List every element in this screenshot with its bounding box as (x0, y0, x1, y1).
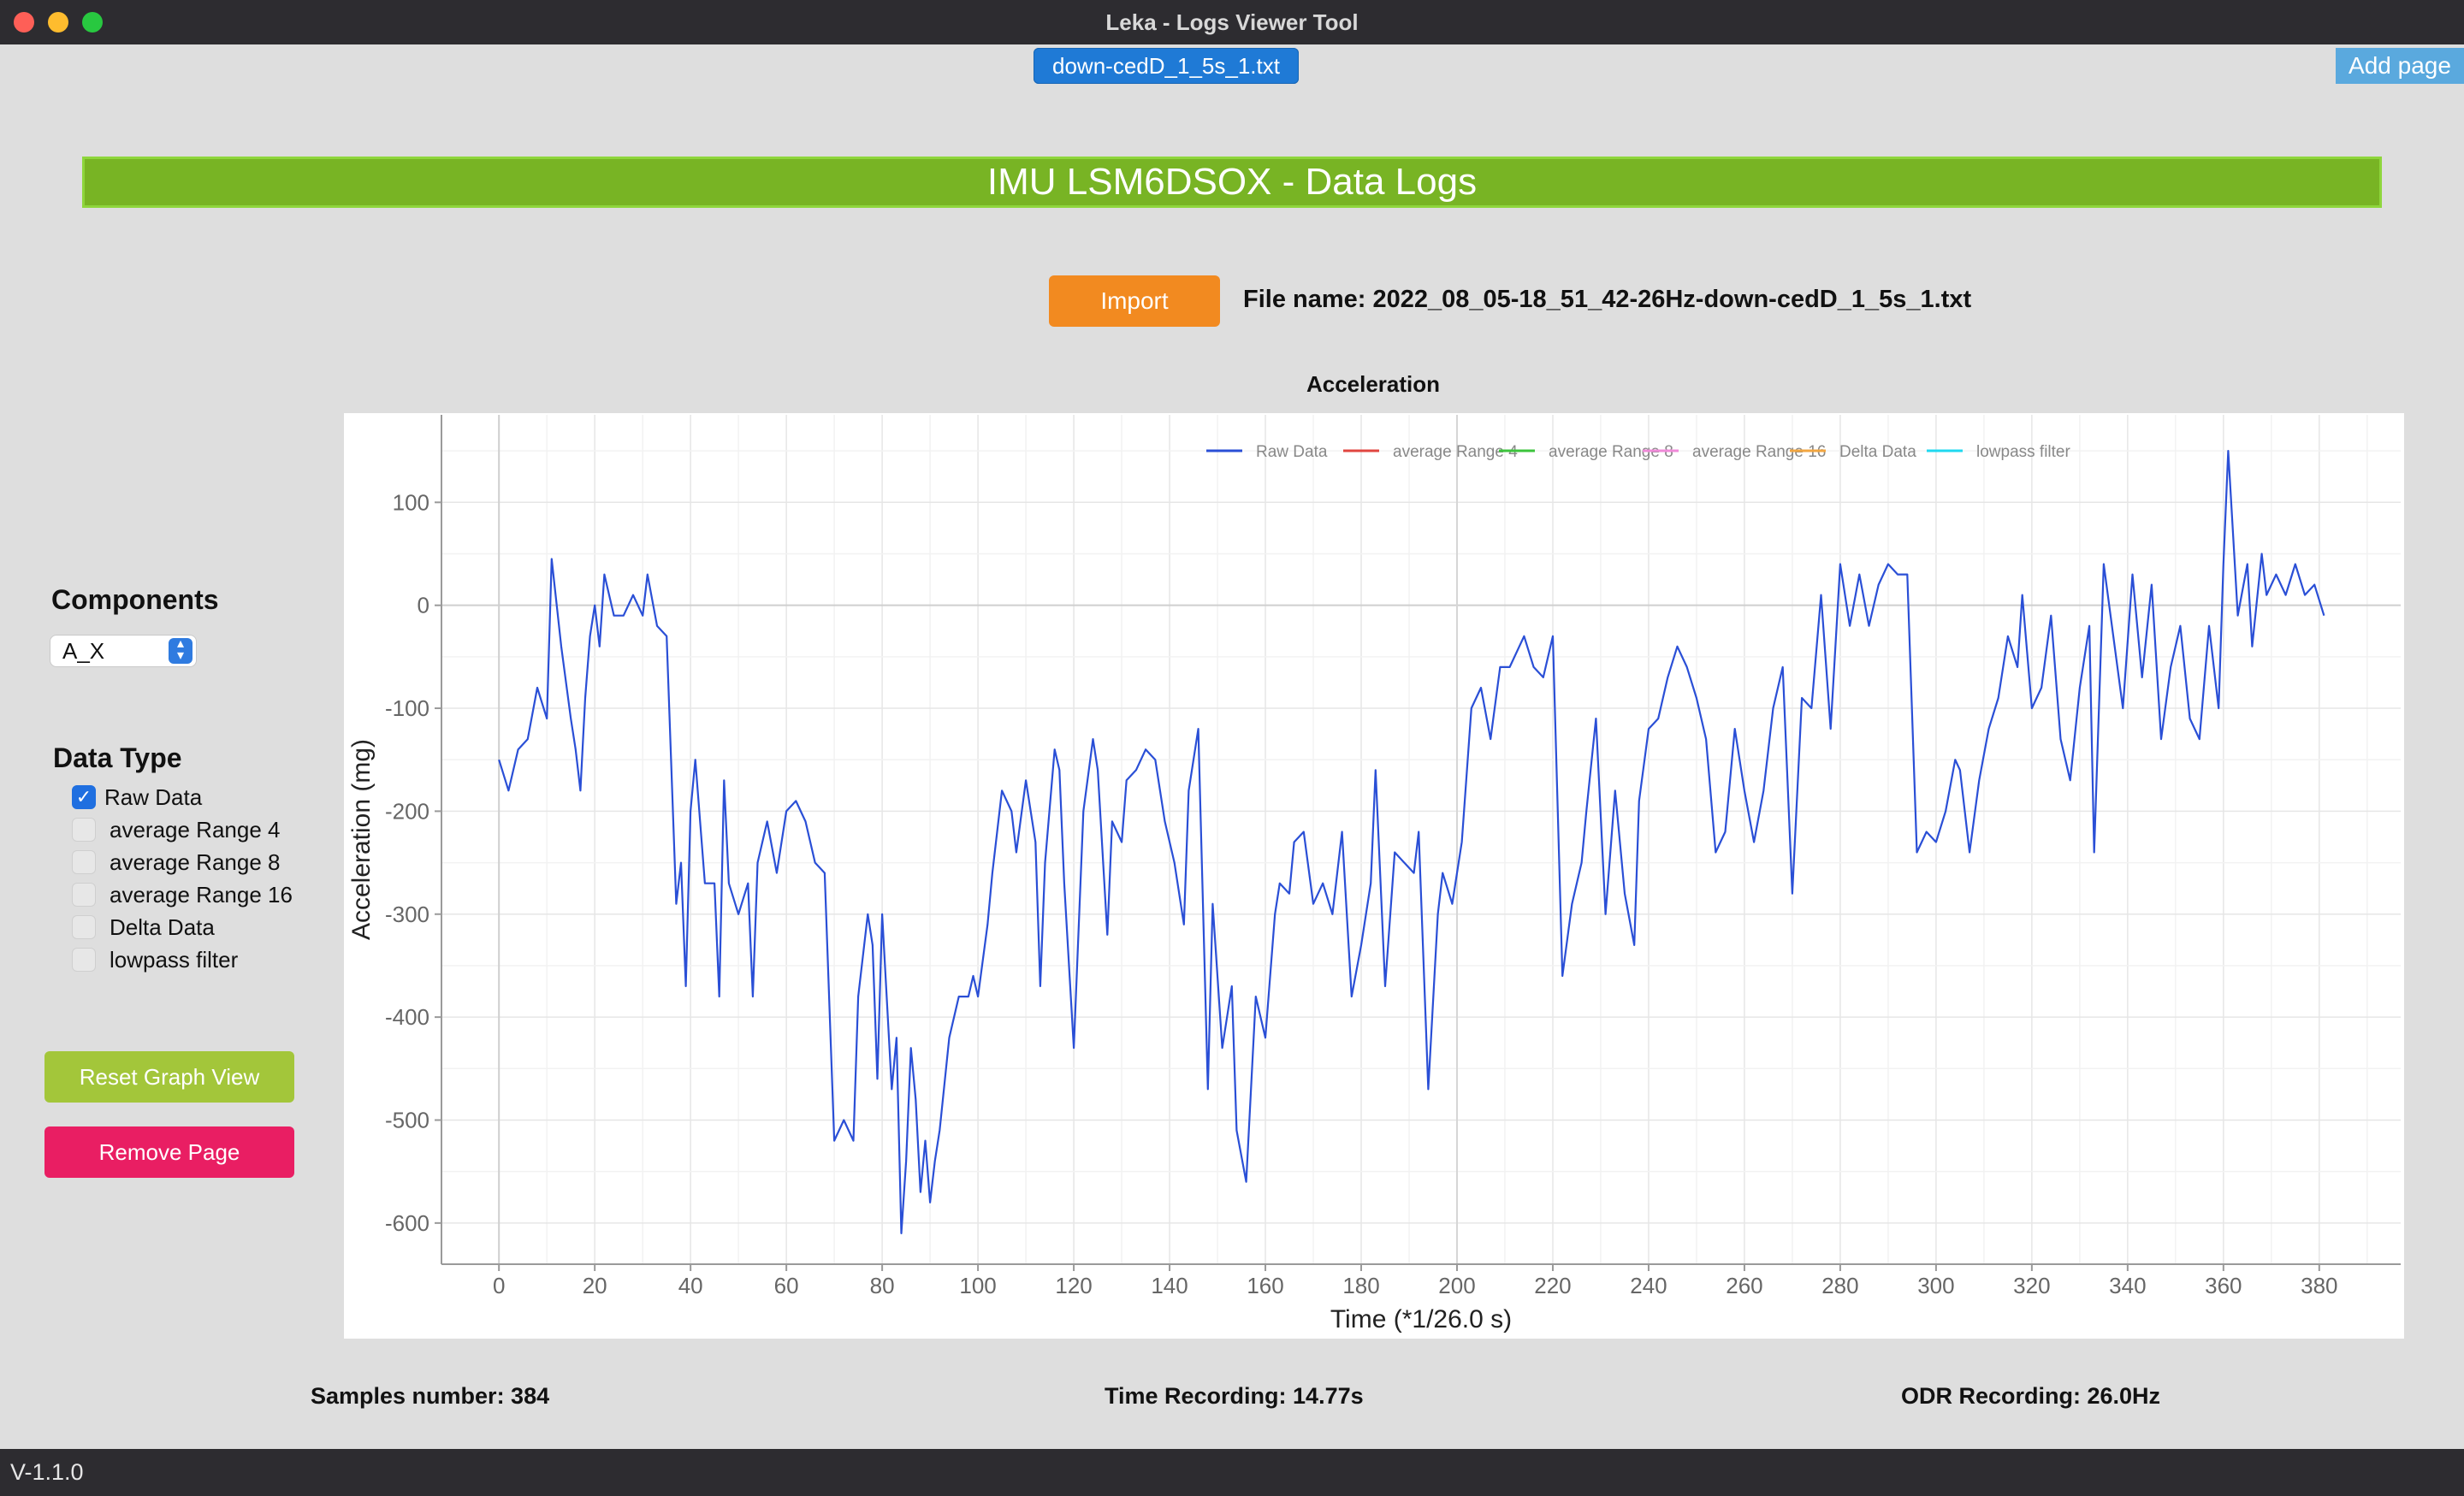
maximize-window-icon[interactable] (82, 12, 103, 33)
legend-label: Delta Data (1839, 443, 1916, 461)
checkbox-icon[interactable] (72, 883, 96, 907)
time-recording: Time Recording: 14.77s (1105, 1383, 1364, 1409)
checkbox-lowpass-filter[interactable]: lowpass filter (72, 946, 238, 973)
checkbox-icon[interactable] (72, 818, 96, 842)
x-axis-label: Time (*1/26.0 s) (1330, 1305, 1512, 1333)
x-tick-label: 120 (1055, 1273, 1092, 1298)
x-tick-label: 0 (493, 1273, 505, 1298)
checkbox-raw-data[interactable]: ✓ Raw Data (72, 783, 202, 811)
acceleration-chart[interactable]: 0 20 40 60 80 100 120 140 160 180 200 220 240 260 280 3… (344, 413, 2404, 1339)
x-tick-label: 340 (2109, 1273, 2146, 1298)
checkbox-label: Delta Data (110, 914, 215, 940)
checkbox-label: average Range 16 (110, 881, 293, 908)
component-select-value: A_X (62, 638, 105, 664)
data-type-title: Data Type (53, 742, 182, 773)
window-title: Leka - Logs Viewer Tool (1105, 9, 1359, 35)
legend-label: lowpass filter (1976, 443, 2070, 461)
file-name-label: File name: 2022_08_05-18_51_42-26Hz-down… (1243, 286, 1972, 313)
series-line-raw-data (498, 450, 2325, 1234)
x-tick-label: 360 (2205, 1273, 2242, 1298)
x-tick-label: 200 (1438, 1273, 1475, 1298)
version-label: V-1.1.0 (10, 1459, 84, 1485)
checkbox-average-range-4[interactable]: average Range 4 (72, 816, 280, 843)
samples-number: Samples number: 384 (311, 1383, 550, 1409)
chart-panel[interactable]: 0 20 40 60 80 100 120 140 160 180 200 220 240 260 280 3… (344, 413, 2404, 1339)
y-tick-label: -100 (385, 695, 429, 721)
components-title: Components (51, 584, 219, 615)
x-tick-label: 220 (1534, 1273, 1571, 1298)
page-header: IMU LSM6DSOX - Data Logs (82, 157, 2382, 208)
x-tick-label: 20 (583, 1273, 607, 1298)
checkbox-label: Raw Data (104, 783, 203, 810)
y-tick-label: -500 (385, 1107, 429, 1132)
chart-title: Acceleration (1306, 371, 1441, 397)
x-tick-label: 380 (2301, 1273, 2337, 1298)
status-bar: V-1.1.0 (0, 1449, 2464, 1496)
x-tick-label: 100 (959, 1273, 996, 1298)
remove-page-button[interactable]: Remove Page (44, 1126, 294, 1178)
checkbox-label: average Range 8 (110, 849, 281, 875)
checkbox-average-range-16[interactable]: average Range 16 (72, 881, 293, 908)
x-tick-label: 260 (1726, 1273, 1762, 1298)
y-tick-label: -600 (385, 1210, 429, 1236)
odr-recording: ODR Recording: 26.0Hz (1901, 1383, 2161, 1409)
close-window-icon[interactable] (14, 12, 34, 33)
checkbox-icon[interactable] (72, 915, 96, 939)
window-titlebar: Leka - Logs Viewer Tool (0, 0, 2464, 44)
x-tick-label: 140 (1151, 1273, 1188, 1298)
y-tick-label: 0 (418, 593, 429, 618)
y-tick-label: -400 (385, 1004, 429, 1030)
x-tick-label: 240 (1630, 1273, 1667, 1298)
import-button[interactable]: Import (1049, 275, 1220, 327)
chevron-updown-icon: ▴ ▾ (169, 637, 192, 664)
reset-graph-view-button[interactable]: Reset Graph View (44, 1051, 294, 1103)
x-tick-label: 280 (1821, 1273, 1858, 1298)
minimize-window-icon[interactable] (48, 12, 68, 33)
checkbox-icon[interactable] (72, 850, 96, 874)
checkbox-checked-icon[interactable]: ✓ (72, 785, 96, 809)
checkbox-label: average Range 4 (110, 816, 281, 843)
y-tick-label: -200 (385, 798, 429, 824)
x-tick-label: 300 (1917, 1273, 1954, 1298)
legend-label: Raw Data (1256, 443, 1328, 461)
checkbox-average-range-8[interactable]: average Range 8 (72, 849, 280, 876)
y-axis-label: Acceleration (mg) (347, 739, 376, 940)
tab-file[interactable]: down-cedD_1_5s_1.txt (1034, 48, 1299, 84)
x-tick-label: 40 (678, 1273, 703, 1298)
checkbox-delta-data[interactable]: Delta Data (72, 914, 215, 941)
checkbox-label: lowpass filter (110, 946, 239, 973)
add-page-button[interactable]: Add page (2336, 48, 2464, 84)
x-tick-label: 320 (2013, 1273, 2050, 1298)
y-tick-label: 100 (393, 489, 429, 515)
x-tick-label: 160 (1247, 1273, 1283, 1298)
x-tick-label: 80 (870, 1273, 895, 1298)
y-tick-label: -300 (385, 902, 429, 927)
checkbox-icon[interactable] (72, 948, 96, 972)
x-tick-label: 180 (1342, 1273, 1379, 1298)
component-select[interactable]: A_X ▴ ▾ (50, 635, 197, 667)
x-tick-label: 60 (774, 1273, 799, 1298)
